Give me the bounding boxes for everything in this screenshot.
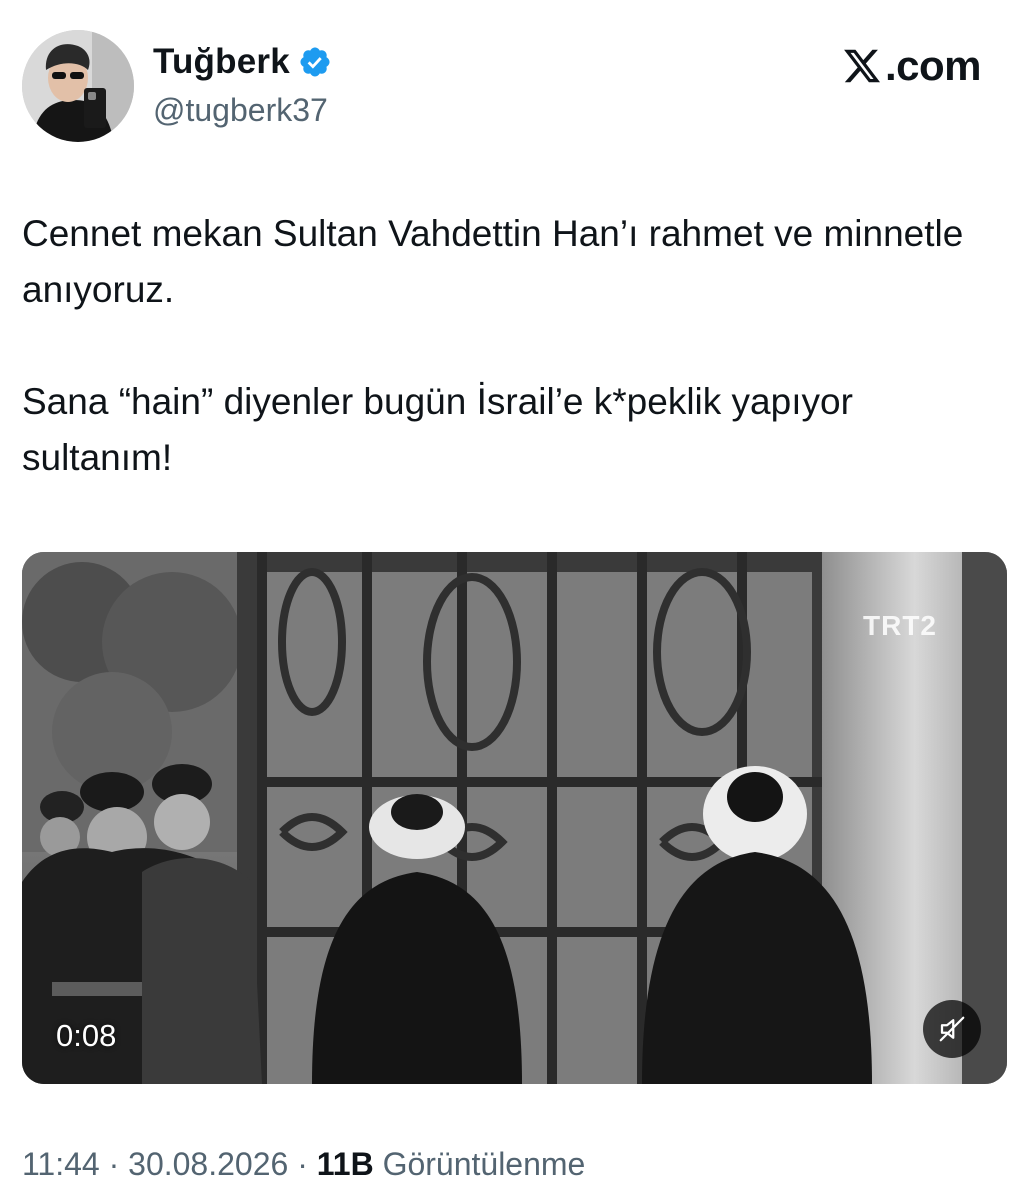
author-handle[interactable]: @tugberk37 — [153, 92, 328, 129]
avatar[interactable] — [22, 30, 134, 142]
views-label: Görüntülenme — [382, 1146, 586, 1182]
mute-button[interactable] — [923, 1000, 981, 1058]
video-duration: 0:08 — [56, 1018, 117, 1053]
tweet-text: Cennet mekan Sultan Vahdettin Han’ı rahm… — [22, 206, 1007, 486]
x-logo-icon — [844, 49, 881, 83]
tweet-meta: 11:44 · 30.08.2026 · 11B Görüntülenme — [22, 1146, 585, 1183]
meta-separator: · — [297, 1146, 308, 1182]
video-frame — [22, 552, 1007, 1084]
speaker-muted-icon — [939, 1016, 965, 1042]
video-player[interactable]: TRT2 0:08 — [22, 552, 1007, 1084]
brand-domain-text: .com — [884, 42, 982, 89]
author-name-row: Tuğberk — [153, 42, 332, 82]
video-watermark: TRT2 — [863, 610, 937, 641]
avatar-image — [22, 30, 134, 142]
tweet-date[interactable]: 30.08.2026 — [128, 1146, 288, 1182]
author-display-name[interactable]: Tuğberk — [153, 42, 290, 82]
verified-badge-icon — [300, 47, 330, 77]
views-count[interactable]: 11B — [317, 1146, 374, 1182]
x-brand: .com — [841, 42, 982, 90]
meta-separator: · — [108, 1146, 120, 1182]
tweet-paragraph: Sana “hain” diyenler bugün İsrail’e k*pe… — [22, 381, 853, 478]
tweet-paragraph: Cennet mekan Sultan Vahdettin Han’ı rahm… — [22, 213, 964, 310]
tweet-time[interactable]: 11:44 — [22, 1146, 100, 1182]
